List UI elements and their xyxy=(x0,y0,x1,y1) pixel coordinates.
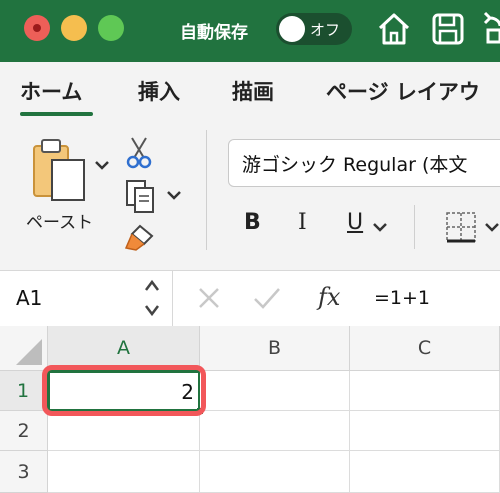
paste-chevron-down-icon[interactable] xyxy=(94,158,110,172)
borders-chevron-down-icon[interactable] xyxy=(484,220,500,234)
font-name-value: 游ゴシック Regular (本文 xyxy=(242,154,468,176)
row-header-1[interactable]: 1 xyxy=(0,371,48,411)
enter-checkmark-icon[interactable] xyxy=(252,285,282,311)
italic-button[interactable]: I xyxy=(298,210,307,235)
paste-button-label[interactable]: ペースト xyxy=(26,208,93,233)
format-painter-icon[interactable] xyxy=(122,222,158,254)
window-close-button[interactable] xyxy=(24,15,50,41)
tab-insert[interactable]: 挿入 xyxy=(138,76,180,106)
tab-draw[interactable]: 描画 xyxy=(232,76,274,106)
clipboard-icon[interactable] xyxy=(30,138,94,204)
save-icon[interactable] xyxy=(430,10,466,48)
undo-icon[interactable] xyxy=(482,10,500,48)
row-header-3[interactable]: 3 xyxy=(0,451,48,493)
autosave-label: 自動保存 xyxy=(180,23,248,43)
column-header-c[interactable]: C xyxy=(350,326,500,371)
cell-b1[interactable] xyxy=(200,371,350,411)
cancel-icon[interactable] xyxy=(196,285,222,311)
window-minimize-button[interactable] xyxy=(61,15,87,41)
cell-b2[interactable] xyxy=(200,411,350,451)
active-tab-indicator xyxy=(20,112,93,116)
copy-chevron-down-icon[interactable] xyxy=(166,188,182,202)
cell-a3[interactable] xyxy=(48,451,200,493)
cell-c3[interactable] xyxy=(350,451,500,493)
home-icon[interactable] xyxy=(376,10,412,48)
cell-c2[interactable] xyxy=(350,411,500,451)
underline-chevron-down-icon[interactable] xyxy=(372,220,388,234)
insert-function-button[interactable]: fx xyxy=(318,283,340,311)
copy-icon[interactable] xyxy=(124,178,158,214)
name-box[interactable]: A1 xyxy=(16,286,42,310)
column-header-b[interactable]: B xyxy=(200,326,350,371)
autosave-toggle[interactable]: オフ xyxy=(276,13,352,45)
scissors-icon[interactable] xyxy=(124,136,154,170)
select-all-triangle-icon xyxy=(16,339,42,365)
autosave-state-label: オフ xyxy=(310,21,341,39)
formula-bar-separator xyxy=(172,270,173,326)
annotation-highlight xyxy=(42,365,206,416)
ribbon-tabs: ホーム 挿入 描画 ページ レイアウ xyxy=(0,62,500,122)
window-maximize-button[interactable] xyxy=(98,15,124,41)
bold-button[interactable]: B xyxy=(244,210,261,235)
ribbon-separator xyxy=(414,205,415,249)
cell-a2[interactable] xyxy=(48,411,200,451)
tab-home[interactable]: ホーム xyxy=(20,76,82,106)
select-all-corner[interactable] xyxy=(0,326,48,371)
row-header-2[interactable]: 2 xyxy=(0,411,48,451)
underline-button[interactable]: U xyxy=(347,210,363,235)
title-bar: 自動保存 オフ xyxy=(0,0,500,62)
borders-icon[interactable] xyxy=(444,210,478,244)
name-box-stepper-icon[interactable] xyxy=(143,276,161,320)
formula-input[interactable]: =1+1 xyxy=(374,287,430,309)
autosave-toggle-knob xyxy=(279,16,305,42)
cell-c1[interactable] xyxy=(350,371,500,411)
tab-page-layout[interactable]: ページ レイアウ xyxy=(326,76,480,106)
ribbon-group-separator xyxy=(206,130,207,250)
cell-b3[interactable] xyxy=(200,451,350,493)
